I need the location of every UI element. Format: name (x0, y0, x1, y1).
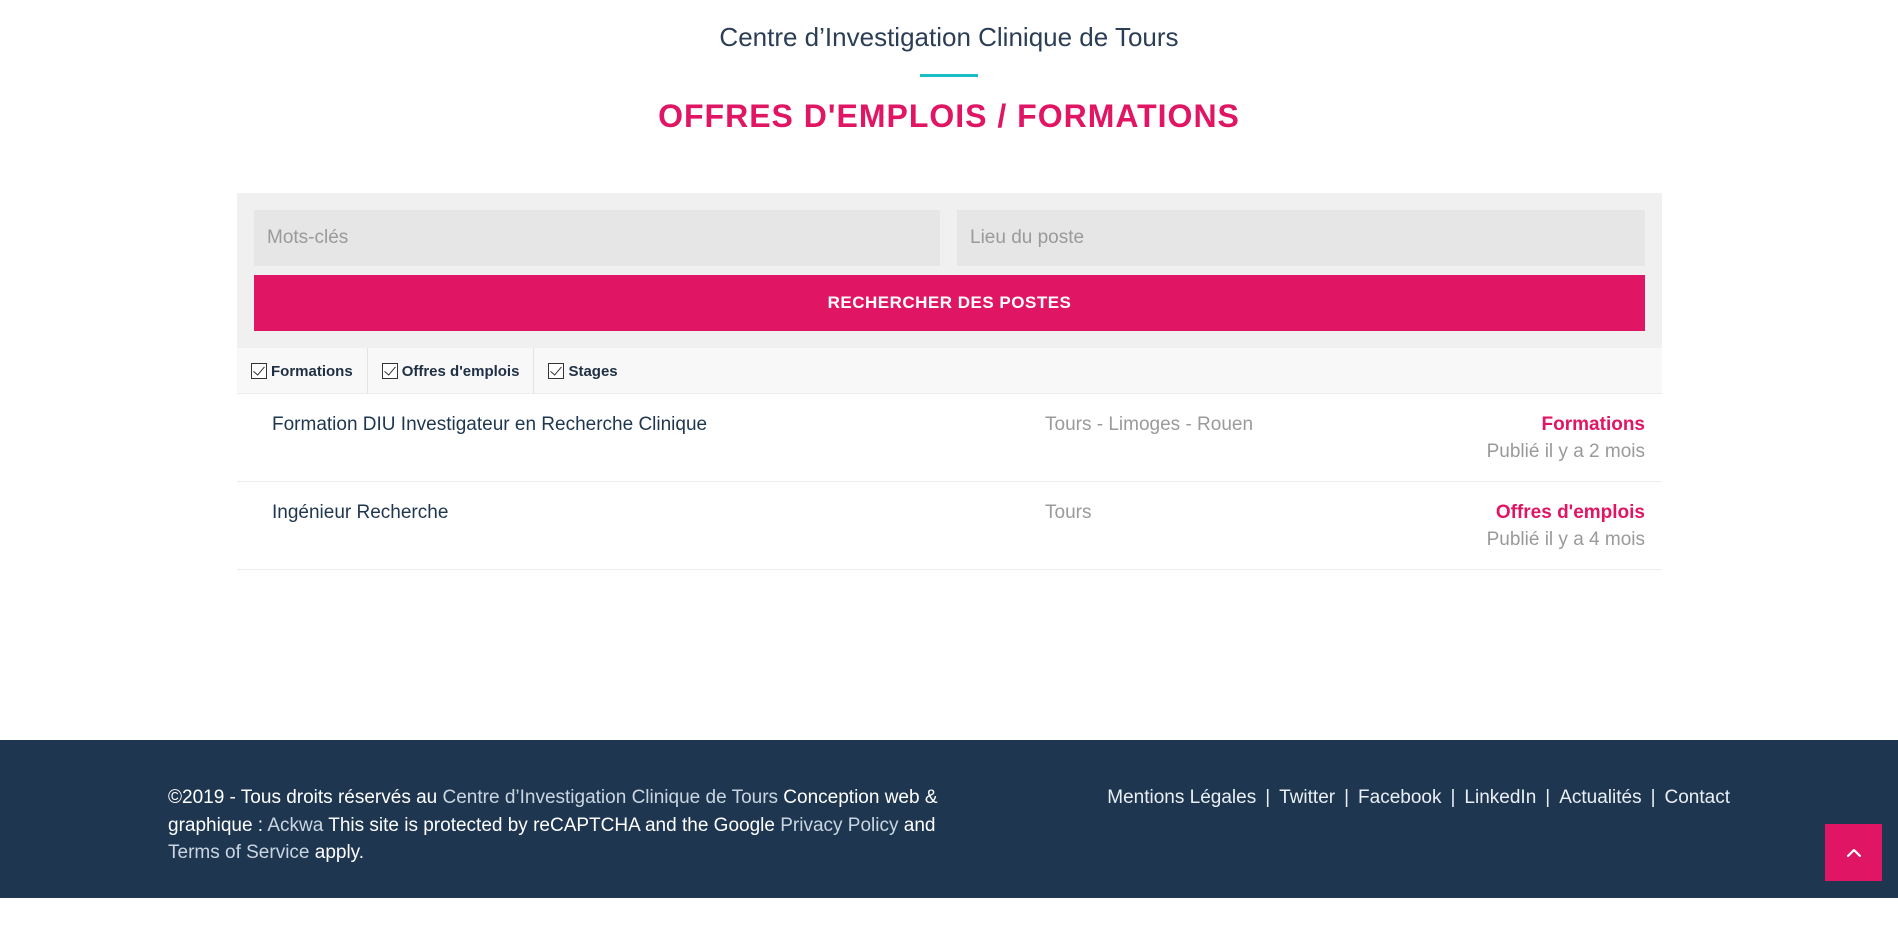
title-divider (920, 74, 978, 77)
footer-legal-text: ©2019 - Tous droits réservés au Centre d… (168, 784, 958, 867)
location-input[interactable] (957, 210, 1645, 266)
search-panel: RECHERCHER DES POSTES (237, 193, 1662, 348)
back-to-top-button[interactable] (1825, 824, 1882, 881)
recaptcha-text: This site is protected by reCAPTCHA and … (323, 814, 781, 836)
footer-separator: | (1344, 787, 1350, 808)
filter-stages[interactable]: Stages (534, 348, 631, 394)
filter-label: Offres d'emplois (401, 362, 520, 380)
job-published-date: Publié il y a 4 mois (1486, 529, 1645, 550)
footer-link-linkedin[interactable]: LinkedIn (1464, 787, 1536, 808)
search-jobs-button[interactable]: RECHERCHER DES POSTES (254, 275, 1645, 331)
job-type-badge: Offres d'emplois (1495, 502, 1645, 523)
footer-separator: | (1650, 787, 1656, 808)
footer-separator: | (1450, 787, 1456, 808)
site-footer: ©2019 - Tous droits réservés au Centre d… (0, 740, 1898, 898)
job-listing-row[interactable]: Ingénieur Recherche Tours Offres d'emplo… (237, 482, 1662, 570)
job-published-date: Publié il y a 2 mois (1486, 441, 1645, 462)
job-location: Tours (1045, 502, 1092, 523)
checkbox-checked-icon[interactable] (251, 363, 267, 379)
footer-separator: | (1545, 787, 1551, 808)
keywords-input[interactable] (254, 210, 940, 266)
and-text: and (898, 814, 936, 836)
footer-link-twitter[interactable]: Twitter (1279, 787, 1335, 808)
terms-of-service-link[interactable]: Terms of Service (168, 842, 309, 863)
footer-link-contact[interactable]: Contact (1665, 787, 1730, 808)
job-title[interactable]: Ingénieur Recherche (272, 502, 448, 524)
checkbox-checked-icon[interactable] (548, 363, 565, 379)
filter-formations[interactable]: Formations (237, 348, 368, 394)
chevron-up-icon (1846, 848, 1861, 857)
agency-link[interactable]: Ackwa (267, 815, 323, 836)
job-title[interactable]: Formation DIU Investigateur en Recherche… (272, 414, 707, 436)
checkbox-checked-icon[interactable] (381, 363, 398, 379)
apply-text: apply. (309, 842, 365, 863)
footer-link-facebook[interactable]: Facebook (1358, 787, 1441, 808)
filter-label: Formations (271, 362, 353, 380)
filter-offres-emplois[interactable]: Offres d'emplois (368, 348, 535, 394)
page-title: OFFRES D'EMPLOIS / FORMATIONS (658, 98, 1240, 134)
privacy-policy-link[interactable]: Privacy Policy (780, 815, 898, 836)
footer-link-actualites[interactable]: Actualités (1559, 787, 1641, 808)
org-link[interactable]: Centre d’Investigation Clinique de Tours (443, 787, 779, 808)
job-listing-row[interactable]: Formation DIU Investigateur en Recherche… (237, 394, 1662, 482)
job-type-filters: Formations Offres d'emplois Stages (237, 348, 1662, 394)
job-location: Tours - Limoges - Rouen (1045, 414, 1254, 435)
copyright-text: ©2019 - Tous droits réservés au (168, 787, 443, 808)
footer-separator: | (1265, 787, 1271, 808)
filter-label: Stages (568, 362, 618, 380)
job-type-badge: Formations (1541, 414, 1645, 435)
site-subtitle: Centre d’Investigation Clinique de Tours (719, 22, 1179, 52)
footer-nav: Mentions Légales | Twitter | Facebook | Linked… (1107, 784, 1730, 811)
footer-link-mentions-legales[interactable]: Mentions Légales (1107, 787, 1256, 808)
